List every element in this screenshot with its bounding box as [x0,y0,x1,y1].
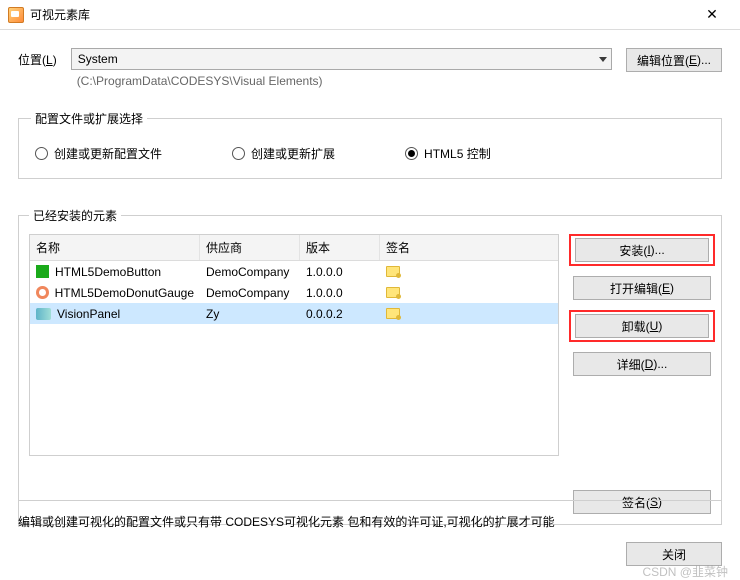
window-close-button[interactable]: ✕ [692,1,732,29]
radio-create-extension[interactable]: 创建或更新扩展 [232,145,335,162]
cell-name-text: VisionPanel [57,307,120,321]
details-button[interactable]: 详细(D)... [573,352,711,376]
cell-version: 1.0.0.0 [300,286,380,300]
elements-table[interactable]: 名称 供应商 版本 签名 HTML5DemoButton DemoCompany1… [29,234,559,456]
install-button[interactable]: 安装(I)... [575,238,709,262]
table-body: HTML5DemoButtonDemoCompany1.0.0.0HTML5De… [30,261,558,324]
cell-sign [380,308,558,319]
radio-icon [232,147,245,160]
cell-name: HTML5DemoButton [30,265,200,279]
table-row[interactable]: VisionPanel Zy0.0.0.2 [30,303,558,324]
col-name[interactable]: 名称 [30,235,200,260]
installed-legend: 已经安装的元素 [29,207,121,224]
cell-name: VisionPanel [30,307,200,321]
panel-icon [36,308,51,320]
cell-vendor: DemoCompany [200,265,300,279]
col-sign[interactable]: 签名 [380,235,558,260]
close-icon: ✕ [706,6,718,23]
radio-html5-control[interactable]: HTML5 控制 [405,145,491,162]
edit-location-button[interactable]: 编辑位置(E)... [626,48,722,72]
radio-create-config-file[interactable]: 创建或更新配置文件 [35,145,162,162]
location-row: 位置(L) System (C:\ProgramData\CODESYS\Vis… [18,48,722,88]
footer-description: 编辑或创建可视化的配置文件或只有带 CODESYS可视化元素 包和有效的许可证,… [18,500,722,530]
cell-vendor: Zy [200,307,300,321]
cell-name-text: HTML5DemoDonutGauge [55,286,194,300]
window-title: 可视元素库 [30,6,692,23]
cell-name-text: HTML5DemoButton [55,265,161,279]
location-select-value: System [78,52,118,66]
location-column: System (C:\ProgramData\CODESYS\Visual El… [71,48,612,88]
location-select[interactable]: System [71,48,612,70]
radio-icon [405,147,418,160]
col-vendor[interactable]: 供应商 [200,235,300,260]
table-row[interactable]: HTML5DemoButton DemoCompany1.0.0.0 [30,261,558,282]
cell-vendor: DemoCompany [200,286,300,300]
open-edit-button[interactable]: 打开编辑(E) [573,276,711,300]
config-legend: 配置文件或扩展选择 [31,110,147,127]
cell-version: 1.0.0.0 [300,265,380,279]
cell-name: HTML5DemoDonutGauge [30,286,200,300]
content-area: 位置(L) System (C:\ProgramData\CODESYS\Vis… [0,30,740,535]
cell-sign [380,266,558,277]
highlight-uninstall: 卸载(U) [569,310,715,342]
config-fieldset: 配置文件或扩展选择 创建或更新配置文件 创建或更新扩展 HTML5 控制 [18,110,722,179]
table-row[interactable]: HTML5DemoDonutGauge DemoCompany1.0.0.0 [30,282,558,303]
cell-version: 0.0.0.2 [300,307,380,321]
chevron-down-icon [599,57,607,62]
square-icon [36,265,49,278]
location-path: (C:\ProgramData\CODESYS\Visual Elements) [71,70,612,88]
donut-icon [36,286,49,299]
radio-row: 创建或更新配置文件 创建或更新扩展 HTML5 控制 [31,137,709,162]
signature-icon [386,266,400,277]
app-icon [8,7,24,23]
highlight-install: 安装(I)... [569,234,715,266]
radio-icon [35,147,48,160]
watermark: CSDN @韭菜钟 [642,563,728,580]
cell-sign [380,287,558,298]
installed-fieldset: 已经安装的元素 名称 供应商 版本 签名 HTML5DemoButton Demo… [18,207,722,525]
uninstall-button[interactable]: 卸载(U) [575,314,709,338]
titlebar: 可视元素库 ✕ [0,0,740,30]
location-label: 位置(L) [18,48,57,68]
spacer [573,388,711,478]
table-header: 名称 供应商 版本 签名 [30,235,558,261]
installed-body: 名称 供应商 版本 签名 HTML5DemoButton DemoCompany1… [29,234,711,514]
col-version[interactable]: 版本 [300,235,380,260]
signature-icon [386,308,400,319]
side-buttons: 安装(I)... 打开编辑(E) 卸载(U) 详细(D)... 签名(S) [573,234,711,514]
signature-icon [386,287,400,298]
